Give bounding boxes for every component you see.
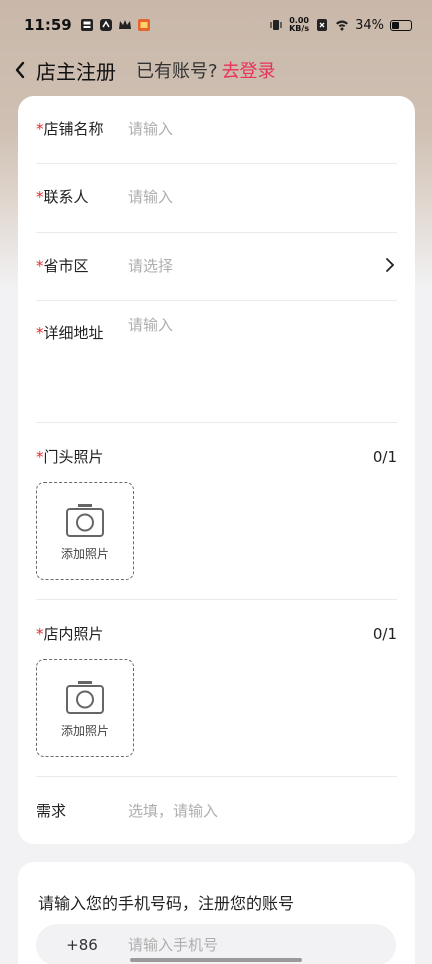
- region-label: 省市区: [43, 257, 89, 275]
- status-time: 11:59: [24, 16, 72, 34]
- shop-notification-icon: [137, 19, 150, 31]
- front-photo-count: 0/1: [372, 448, 397, 466]
- region-select[interactable]: 请选择: [128, 255, 173, 276]
- wifi-icon: [336, 20, 349, 31]
- network-speed: 0.00 KB/s: [289, 16, 310, 33]
- address-textarea[interactable]: 请输入: [128, 314, 173, 335]
- gallery-notification-icon: [80, 19, 93, 31]
- inner-photo-label: 店内照片: [43, 625, 104, 643]
- back-button[interactable]: [14, 58, 34, 82]
- region-row[interactable]: *省市区 请选择: [36, 255, 397, 276]
- front-photo-label: 门头照片: [43, 448, 104, 466]
- contact-label: 联系人: [43, 188, 89, 206]
- demand-input[interactable]: 选填，请输入: [128, 800, 218, 821]
- demand-label: 需求: [36, 802, 67, 820]
- home-indicator[interactable]: [130, 958, 302, 962]
- required-mark: *: [36, 188, 44, 206]
- add-photo-label: 添加照片: [60, 723, 109, 738]
- required-mark: *: [36, 257, 44, 275]
- no-sim-icon: [317, 19, 328, 31]
- chevron-right-icon: [386, 258, 395, 272]
- vibrate-icon: [270, 20, 282, 30]
- camera-icon: [66, 503, 104, 537]
- phone-input[interactable]: [128, 936, 368, 954]
- battery-icon: [390, 19, 412, 31]
- inner-photo-upload-button[interactable]: 添加照片: [36, 659, 134, 757]
- divider: [36, 599, 397, 600]
- registration-form-card: *店铺名称 请输入 *联系人 请输入 *省市区 请选择 *详细地址 请输入 *门…: [18, 96, 415, 844]
- crown-notification-icon: [118, 20, 131, 29]
- front-photo-header: *门头照片 0/1: [36, 446, 397, 467]
- required-mark: *: [36, 120, 44, 138]
- divider: [36, 776, 397, 777]
- page-title: 店主注册: [36, 59, 116, 84]
- divider: [36, 300, 397, 301]
- have-account-hint: 已有账号?: [136, 61, 218, 82]
- store-name-row[interactable]: *店铺名称 请输入: [36, 118, 397, 139]
- battery-percent: 34%: [355, 17, 384, 33]
- contact-input[interactable]: 请输入: [128, 186, 173, 207]
- camera-icon: [66, 680, 104, 714]
- add-photo-label: 添加照片: [60, 546, 109, 561]
- chevron-left-icon: [15, 61, 25, 79]
- required-mark: *: [36, 448, 44, 466]
- country-code[interactable]: +86: [36, 936, 128, 954]
- status-bar: 11:59 0.00 KB/s 34%: [0, 0, 432, 50]
- nav-bar: 店主注册 已有账号? 去登录: [0, 52, 432, 88]
- demand-row[interactable]: 需求 选填，请输入: [36, 800, 397, 821]
- address-row[interactable]: *详细地址 请输入: [36, 316, 397, 420]
- store-name-label: 店铺名称: [43, 120, 104, 138]
- app-notification-icon: [99, 19, 112, 31]
- address-label: 详细地址: [43, 324, 104, 342]
- inner-photo-count: 0/1: [372, 625, 397, 643]
- contact-row[interactable]: *联系人 请输入: [36, 186, 397, 207]
- required-mark: *: [36, 625, 44, 643]
- divider: [36, 422, 397, 423]
- phone-card: 请输入您的手机号码，注册您的账号 +86: [18, 862, 415, 964]
- phone-prompt: 请输入您的手机号码，注册您的账号: [38, 894, 295, 913]
- login-link[interactable]: 去登录: [222, 57, 276, 83]
- divider: [36, 163, 397, 164]
- store-name-input[interactable]: 请输入: [128, 118, 173, 139]
- required-mark: *: [36, 324, 44, 342]
- inner-photo-header: *店内照片 0/1: [36, 623, 397, 644]
- front-photo-upload-button[interactable]: 添加照片: [36, 482, 134, 580]
- divider: [36, 232, 397, 233]
